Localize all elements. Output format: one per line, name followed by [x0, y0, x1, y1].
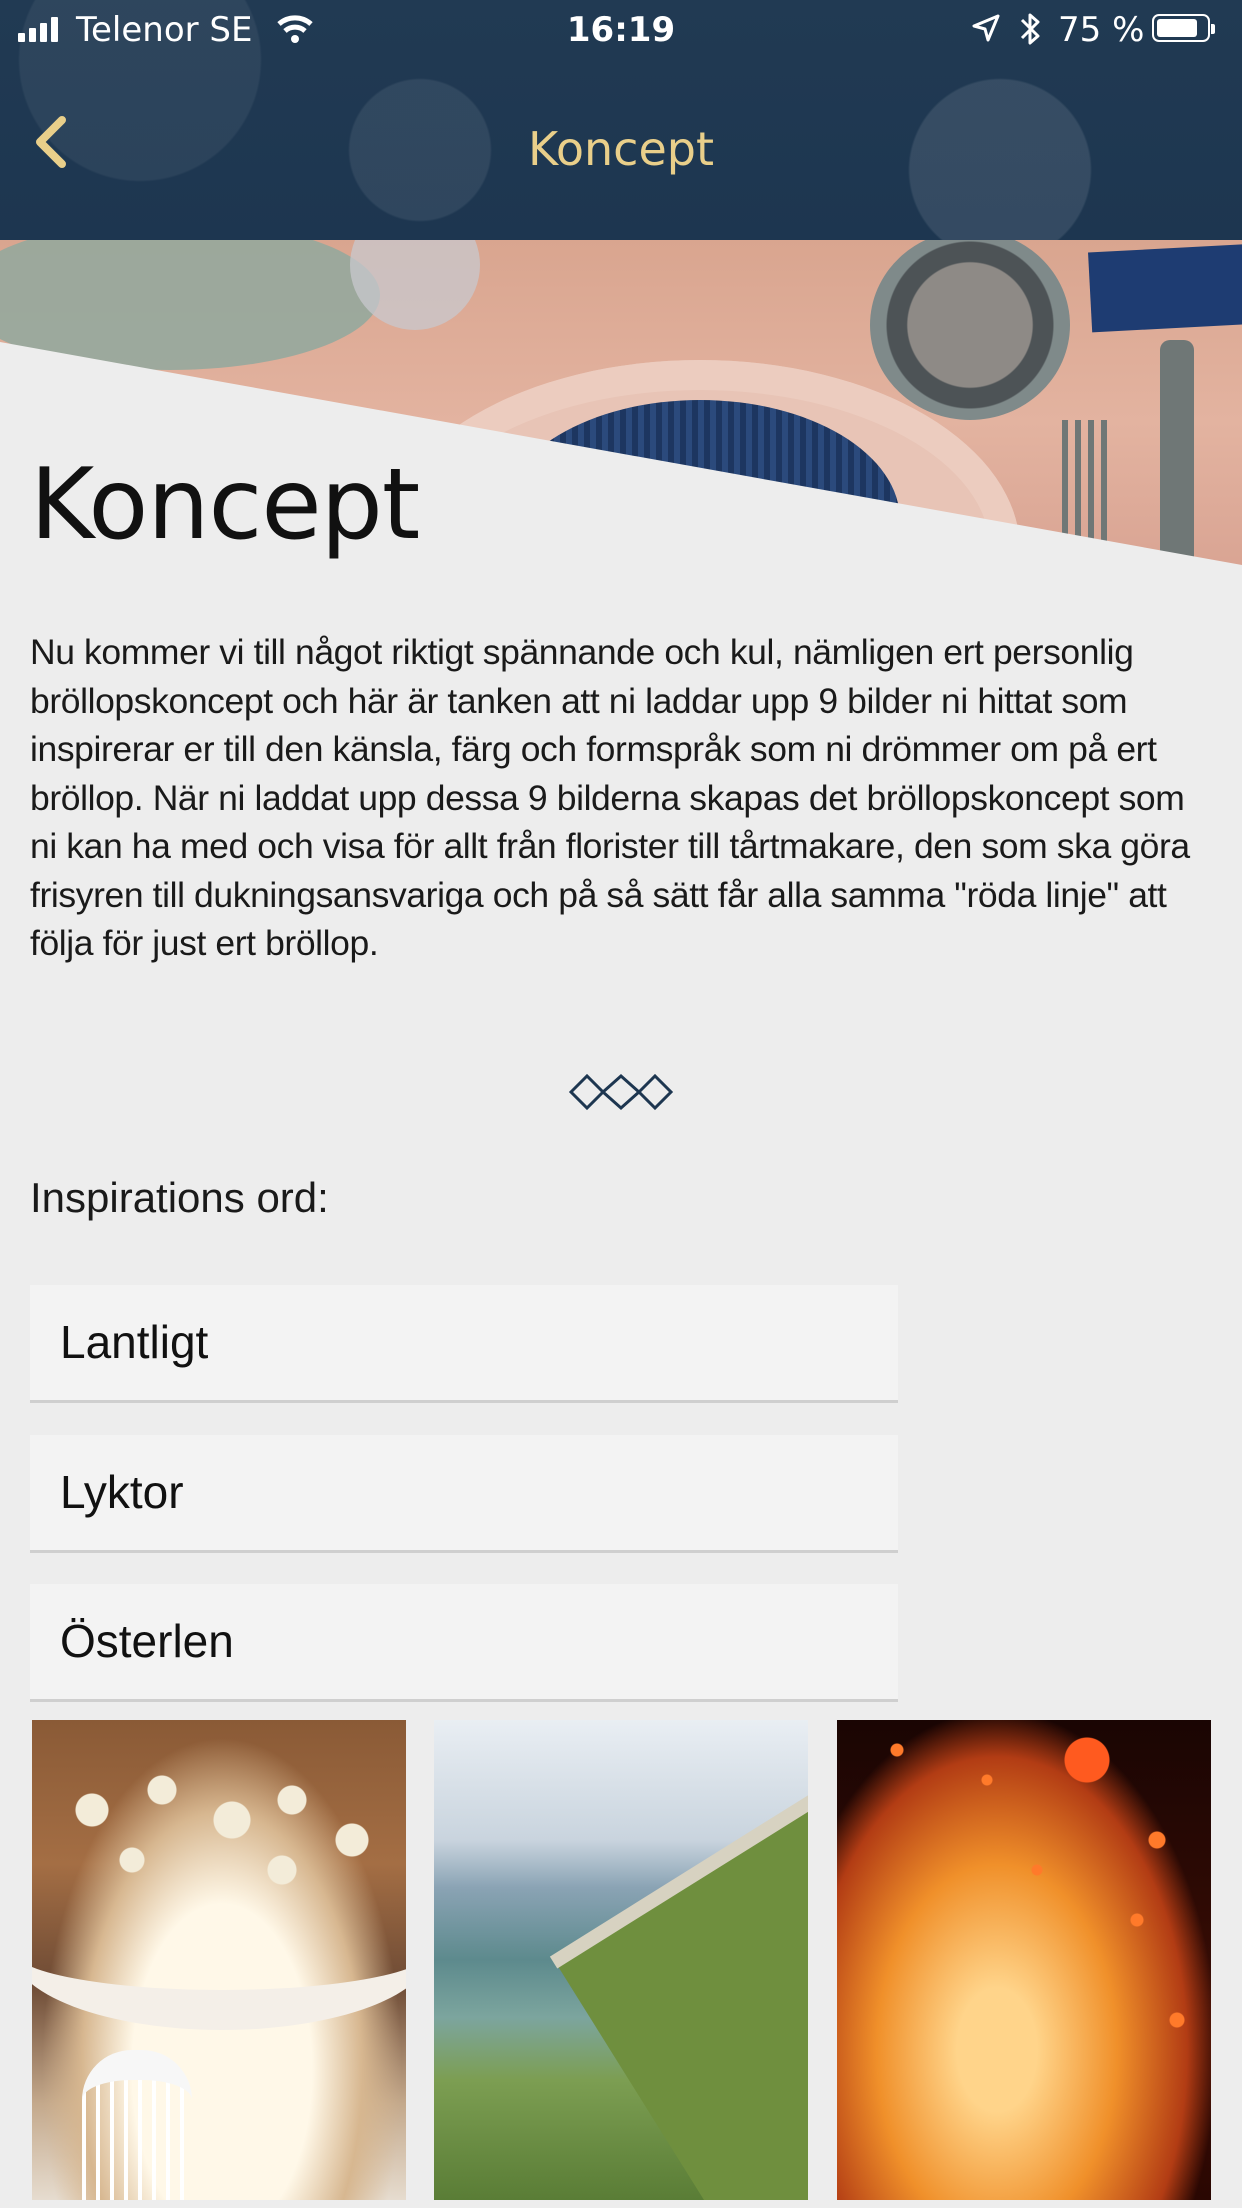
- page-title: Koncept: [30, 448, 420, 562]
- intro-text: Nu kommer vi till något riktigt spännand…: [30, 632, 1190, 963]
- battery-icon: [1152, 14, 1215, 42]
- inspiration-word-field[interactable]: Lantligt: [30, 1285, 898, 1403]
- bluetooth-icon: [1020, 13, 1040, 45]
- inspiration-word-field[interactable]: Österlen: [30, 1584, 898, 1702]
- diamond-ornament-icon: [568, 1073, 674, 1111]
- battery-percent: 75 %: [1058, 10, 1145, 50]
- nav-title: Koncept: [528, 122, 714, 176]
- location-icon: [972, 14, 1000, 42]
- inspiration-image-coast[interactable]: [434, 1720, 808, 2200]
- inspiration-image-barn[interactable]: [32, 1720, 406, 2200]
- inspiration-image-lanterns[interactable]: [837, 1720, 1211, 2200]
- inspiration-word-field[interactable]: Lyktor: [30, 1435, 898, 1553]
- status-bar: Telenor SE 16:19 75 %: [0, 0, 1242, 62]
- status-time: 16:19: [566, 10, 676, 50]
- inspiration-words-label: Inspirations ord:: [30, 1174, 329, 1221]
